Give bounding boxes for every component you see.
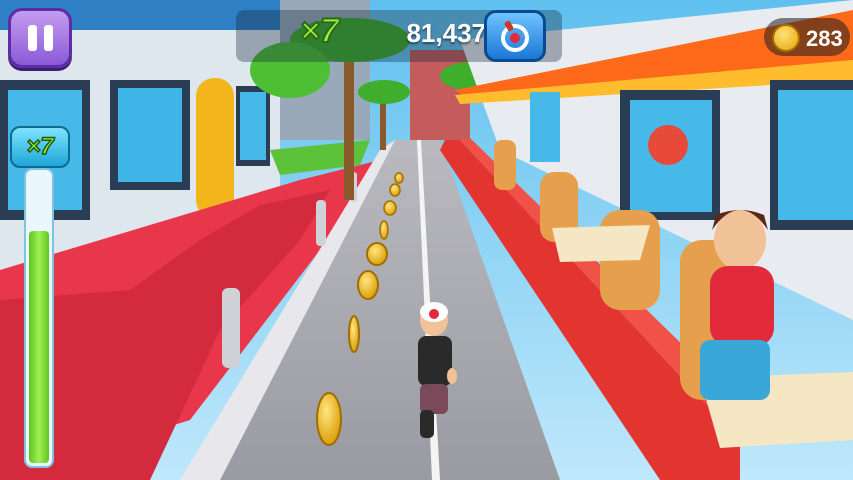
powerup-meter-fill: [29, 231, 49, 463]
powerup-meter: [24, 168, 54, 468]
coin: [316, 392, 342, 446]
coin-count: 283: [806, 26, 843, 51]
coin: [348, 315, 360, 353]
magnet-powerup-icon: [501, 20, 529, 52]
powerup-button[interactable]: [484, 10, 546, 62]
pause-icon: [27, 25, 37, 51]
score-multiplier: ×7: [299, 11, 340, 51]
score-counter: 81,437: [406, 18, 486, 48]
pause-button[interactable]: [8, 8, 72, 68]
meter-multiplier-badge: ×7: [10, 126, 70, 168]
coin: [366, 242, 388, 266]
bollard: [222, 288, 240, 368]
door: [196, 78, 234, 218]
game-scene: [0, 0, 853, 480]
coin-star-icon: [772, 24, 800, 52]
pause-icon: [43, 25, 53, 51]
table: [552, 225, 650, 262]
coin: [357, 270, 379, 300]
waitress: [714, 210, 766, 270]
